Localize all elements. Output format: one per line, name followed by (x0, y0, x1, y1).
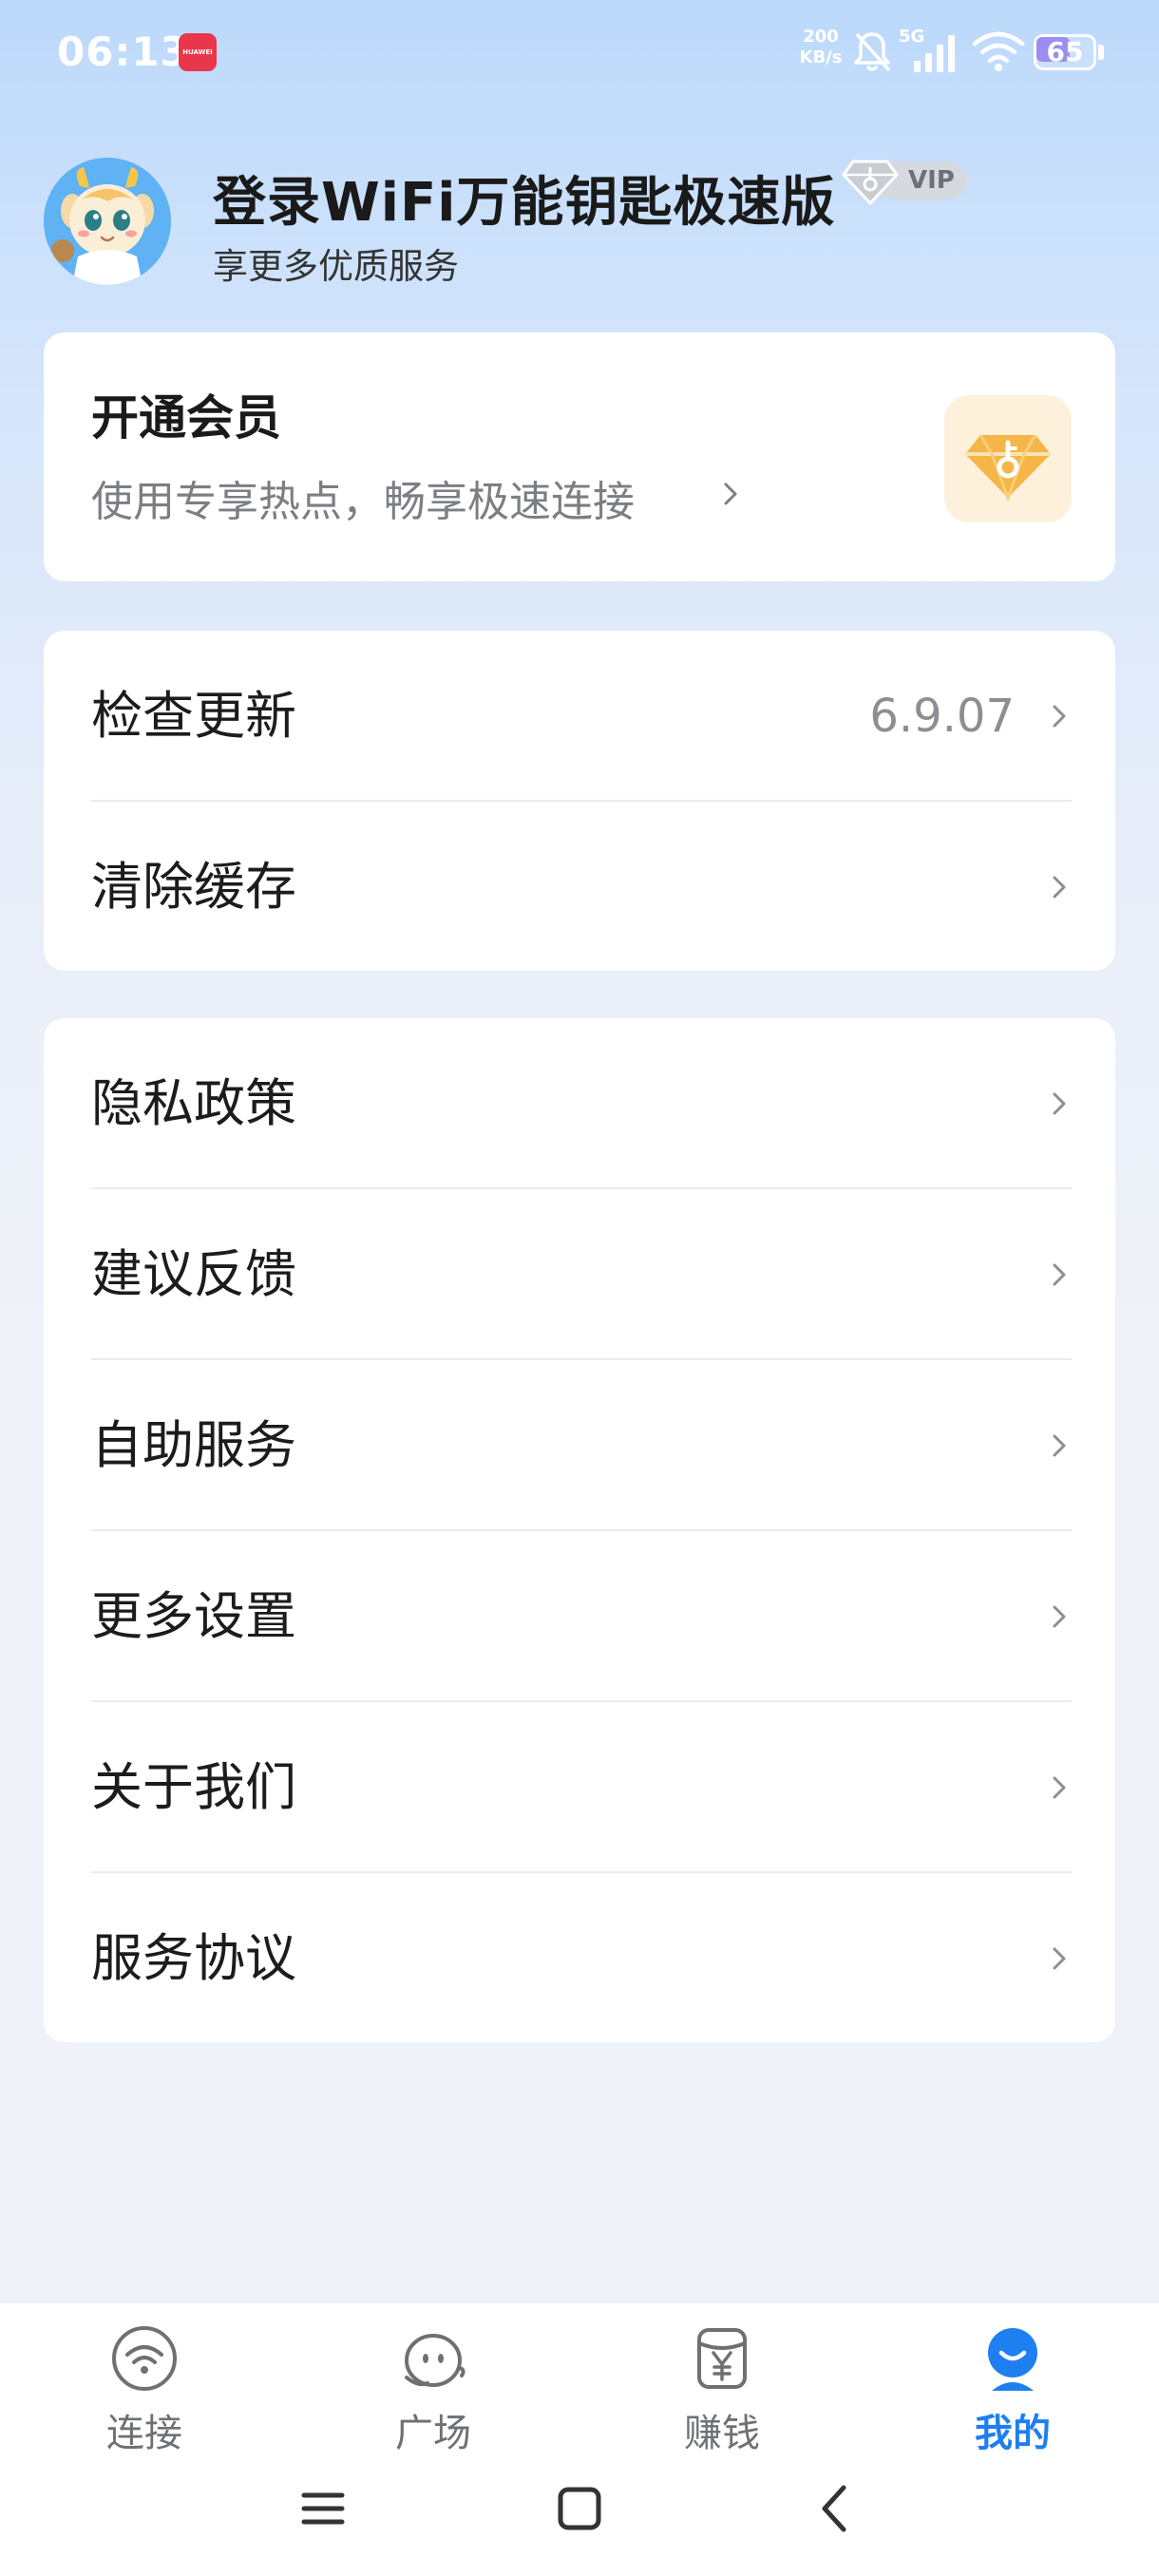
check-update-label: 检查更新 (91, 686, 296, 746)
privacy-policy-row[interactable]: 隐私政策 (44, 1018, 1115, 1189)
privacy-policy-label: 隐私政策 (91, 1073, 296, 1133)
tab-mine-label: 我的 (975, 2412, 1051, 2455)
chevron-right-icon (1053, 1434, 1066, 1457)
status-time: 06:13 (57, 28, 189, 75)
mascot-avatar-icon (44, 158, 171, 285)
service-agreement-row[interactable]: 服务协议 (44, 1873, 1115, 2044)
chat-face-icon (405, 2334, 466, 2387)
tab-earn-label: 赚钱 (684, 2412, 760, 2455)
chevron-right-icon (1053, 1263, 1066, 1286)
chevron-right-icon (1053, 1776, 1066, 1799)
wifi-icon (112, 2326, 177, 2391)
tab-earn[interactable]: 赚钱 (627, 2315, 817, 2457)
about-us-row[interactable]: 关于我们 (44, 1702, 1115, 1873)
feedback-label: 建议反馈 (91, 1244, 296, 1304)
diamond-key-icon (842, 160, 899, 205)
vip-diamond-icon-box (944, 395, 1072, 522)
feedback-row[interactable]: 建议反馈 (44, 1189, 1115, 1360)
app-version-value: 6.9.07 (869, 690, 1015, 743)
vip-badge[interactable]: VIP (842, 156, 969, 205)
chevron-right-icon (1053, 1605, 1066, 1628)
more-settings-label: 更多设置 (91, 1586, 296, 1646)
self-service-row[interactable]: 自助服务 (44, 1360, 1115, 1531)
tab-mine[interactable]: 我的 (918, 2315, 1108, 2457)
chevron-right-icon (1053, 1947, 1066, 1970)
home-nav-icon[interactable] (551, 2480, 608, 2537)
chevron-right-icon (1053, 705, 1066, 728)
service-agreement-label: 服务协议 (91, 1928, 296, 1988)
tab-connect[interactable]: 连接 (49, 2315, 239, 2457)
settings-group-update: 检查更新 6.9.07 清除缓存 (44, 631, 1115, 971)
clear-cache-row[interactable]: 清除缓存 (44, 802, 1115, 973)
mute-icon (854, 32, 891, 72)
profile-icon (988, 2328, 1037, 2391)
membership-title: 开通会员 (91, 390, 281, 445)
tab-plaza[interactable]: 广场 (338, 2315, 528, 2457)
about-us-label: 关于我们 (91, 1757, 296, 1817)
menu-nav-icon[interactable] (294, 2480, 352, 2537)
membership-subtitle: 使用专享热点，畅享极速连接 (91, 478, 635, 526)
network-speed: 200 KB/s (799, 27, 843, 67)
signal-icon (914, 35, 955, 72)
tab-plaza-label: 广场 (395, 2412, 471, 2455)
status-bar: 06:13 HUAWEI 200 KB/s 5G 65 (0, 0, 1159, 104)
more-settings-row[interactable]: 更多设置 (44, 1531, 1115, 1702)
yen-icon (697, 2328, 747, 2389)
chevron-right-icon (724, 483, 737, 505)
bottom-tab-bar: 连接 广场 赚钱 我的 (0, 2302, 1159, 2576)
chevron-right-icon (1053, 876, 1066, 899)
chevron-right-icon (1053, 1092, 1066, 1115)
settings-group-general: 隐私政策 建议反馈 自助服务 更多设置 关于我们 服务协议 (44, 1018, 1115, 2042)
battery-indicator: 65 (1034, 34, 1104, 70)
membership-card[interactable]: 开通会员 使用专享热点，畅享极速连接 (44, 332, 1115, 581)
back-nav-icon[interactable] (808, 2480, 864, 2537)
self-service-label: 自助服务 (91, 1415, 296, 1475)
avatar[interactable] (44, 158, 171, 285)
clear-cache-label: 清除缓存 (91, 857, 296, 917)
gold-diamond-icon (965, 434, 1051, 502)
check-update-row[interactable]: 检查更新 6.9.07 (44, 631, 1115, 802)
login-title[interactable]: 登录WiFi万能钥匙极速版 (213, 160, 835, 237)
login-subtitle[interactable]: 享更多优质服务 (213, 237, 459, 289)
wifi-status-icon (972, 31, 1025, 71)
tab-connect-label: 连接 (106, 2412, 182, 2455)
app-notification-icon: HUAWEI (179, 33, 217, 71)
battery-level: 65 (1046, 36, 1084, 67)
